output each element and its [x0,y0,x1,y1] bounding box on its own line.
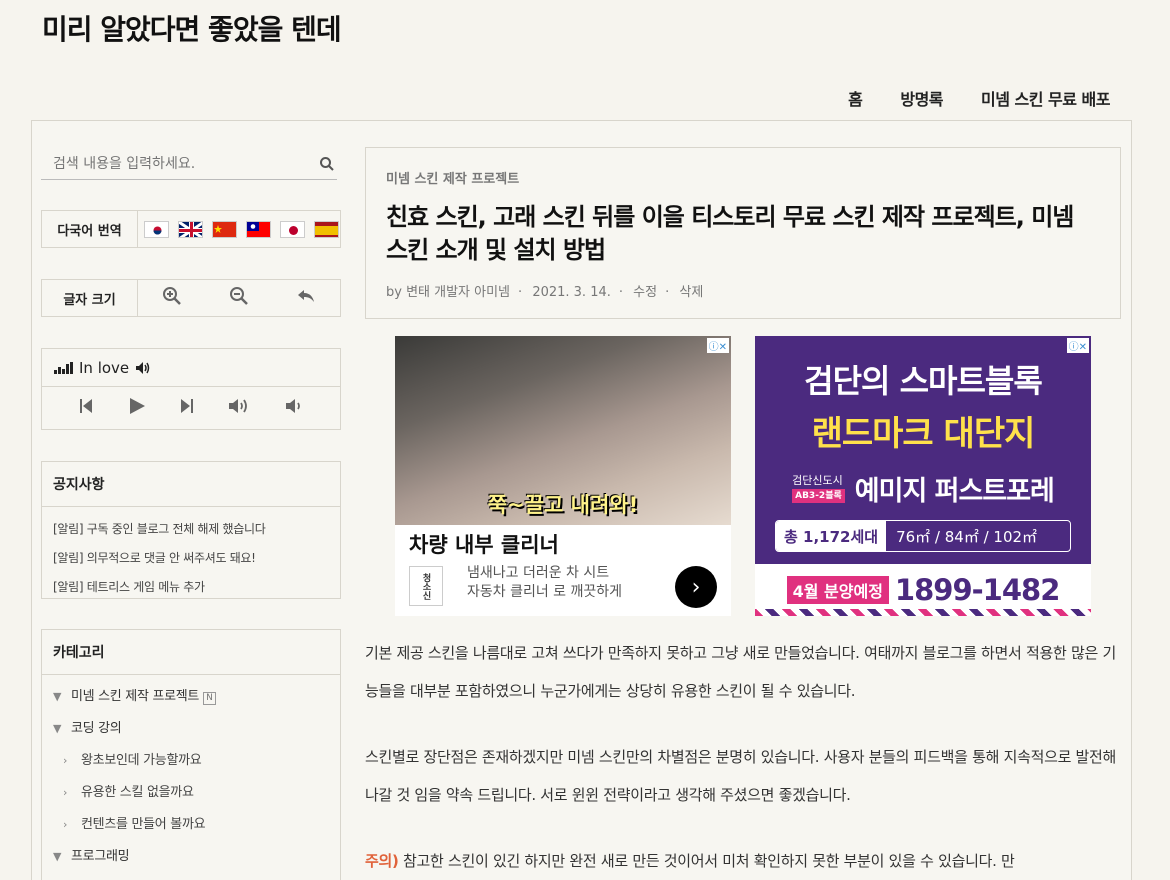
subcategory-item[interactable]: › 유용한 스킬 없을까요 [53,777,329,809]
post-title: 친효 스킨, 고래 스킨 뒤를 이을 티스토리 무료 스킨 제작 프로젝트, 미… [386,203,1074,264]
category-item[interactable]: ▼ 미넴 스킨 제작 프로젝트 N [53,681,329,713]
play-icon[interactable] [128,397,146,420]
ad-apartment[interactable]: 검단의 스마트블록 랜드마크 대단지 검단신도시 AB3-2블록 예미지 퍼스트… [755,336,1091,616]
korea-flag-icon[interactable] [144,220,169,238]
ad-brand-logo: 청소신 [409,566,443,606]
chevron-right-icon[interactable]: › [675,566,717,608]
ad-photo: 쭉~끌고 내려와! [395,336,731,525]
china-flag-icon[interactable] [212,220,237,238]
reset-icon[interactable] [296,286,316,311]
new-badge: N [203,692,216,705]
search-box [41,150,337,180]
category-item[interactable]: ▼ 프로그래밍 [53,841,329,873]
chevron-down-icon: ▼ [53,690,62,703]
zoom-in-icon[interactable] [162,286,182,311]
ad-headline: 차량 내부 클리너 [409,533,559,557]
category-panel: 카테고리 ▼ 미넴 스킨 제작 프로젝트 N ▼ 코딩 강의 › 왕초보인데 가능할까요… [41,629,341,880]
volume-down-icon[interactable] [285,398,303,419]
edit-link[interactable]: 수정 [633,285,657,300]
spain-flag-icon[interactable] [314,220,339,238]
zoom-out-icon[interactable] [229,286,249,311]
nav-skin-download[interactable]: 미넴 스킨 무료 배포 [981,86,1110,110]
adchoices-icon[interactable]: ⓘ✕ [706,338,729,353]
volume-up-icon[interactable] [228,398,250,419]
next-icon[interactable] [180,398,194,419]
track-title: In love [79,358,130,377]
japan-flag-icon[interactable] [280,220,305,238]
translate-panel: 다국어 번역 [41,210,341,248]
taiwan-flag-icon[interactable] [246,220,271,238]
subcategory-item[interactable]: › 왕초보인데 가능할까요 [53,745,329,777]
ad-line2: 랜드마크 대단지 [811,414,1036,454]
search-icon[interactable] [319,156,335,172]
notice-panel: 공지사항 [알림] 구독 중인 블로그 전체 해제 했습니다 [알림] 의무적으… [41,461,341,599]
notice-title: 공지사항 [42,462,340,507]
ad-car-cleaner[interactable]: 쭉~끌고 내려와! 차량 내부 클리너 청소신 냄새나고 더러운 차 시트 자동… [395,336,731,616]
nav-home[interactable]: 홈 [848,86,863,110]
notice-item[interactable]: [알림] 테트리스 게임 메뉴 추가 [53,573,329,602]
ad-line1: 검단의 스마트블록 [804,362,1043,400]
search-input[interactable] [41,150,301,178]
paragraph: 스킨별로 장단점은 존재하겠지만 미넴 스킨만의 차별점은 분명히 있습니다. … [365,748,1117,804]
ad-brand: 예미지 퍼스트포레 [854,476,1055,507]
ad-units-box: 총 1,172세대 76㎡ / 84㎡ / 102㎡ [775,520,1071,552]
equalizer-icon [54,361,73,374]
fontsize-label: 글자 크기 [42,280,138,316]
paragraph: 기본 제공 스킨을 나름대로 고쳐 쓰다가 만족하지 못하고 그냥 새로 만들었… [365,644,1116,700]
ad-stripe [755,609,1091,616]
warning-label: 주의) [365,852,399,870]
post-content: 기본 제공 스킨을 나름대로 고쳐 쓰다가 만족하지 못하고 그냥 새로 만들었… [365,634,1121,880]
top-nav: 홈 방명록 미넴 스킨 무료 배포 [848,86,1110,110]
category-title: 카테고리 [42,630,340,675]
post-category[interactable]: 미넴 스킨 제작 프로젝트 [386,168,1100,187]
uk-flag-icon[interactable] [178,220,203,238]
volume-indicator-icon [136,361,150,374]
chevron-right-icon: › [63,754,68,767]
chevron-down-icon: ▼ [53,722,62,735]
ad-subtext: 냄새나고 더러운 차 시트 자동차 클리너 로 깨끗하게 [467,565,623,600]
ad-location: 검단신도시 AB3-2블록 [792,474,845,503]
notice-item[interactable]: [알림] 구독 중인 블로그 전체 해제 했습니다 [53,515,329,544]
chevron-down-icon: ▼ [53,850,62,863]
category-item[interactable]: ▼ 코딩 강의 [53,713,329,745]
post-header: 미넴 스킨 제작 프로젝트 친효 스킨, 고래 스킨 뒤를 이을 티스토리 무료… [365,147,1121,319]
post-date: 2021. 3. 14. [532,285,611,300]
post-author[interactable]: by 변태 개발자 아미넴 [386,285,510,300]
fontsize-panel: 글자 크기 [41,279,341,317]
music-player: In love [41,348,341,430]
subcategory-item[interactable]: › 컨텐츠를 만들어 볼까요 [53,809,329,841]
chevron-right-icon: › [63,818,68,831]
translate-label: 다국어 번역 [42,211,138,247]
delete-link[interactable]: 삭제 [679,285,703,300]
adchoices-icon[interactable]: ⓘ✕ [1066,338,1089,353]
player-header: In love [42,349,340,387]
post-meta: by 변태 개발자 아미넴 · 2021. 3. 14. · 수정 · 삭제 [386,285,704,300]
nav-guestbook[interactable]: 방명록 [900,86,943,110]
notice-item[interactable]: [알림] 의무적으로 댓글 안 써주셔도 돼요! [53,544,329,573]
previous-icon[interactable] [79,398,93,419]
ad-caption: 쭉~끌고 내려와! [487,493,639,517]
site-title[interactable]: 미리 알았다면 좋았을 텐데 [42,8,342,48]
chevron-right-icon: › [63,786,68,799]
paragraph: 주의) 참고한 스킨이 있긴 하지만 완전 새로 만든 것이어서 미처 확인하지… [365,852,1015,870]
